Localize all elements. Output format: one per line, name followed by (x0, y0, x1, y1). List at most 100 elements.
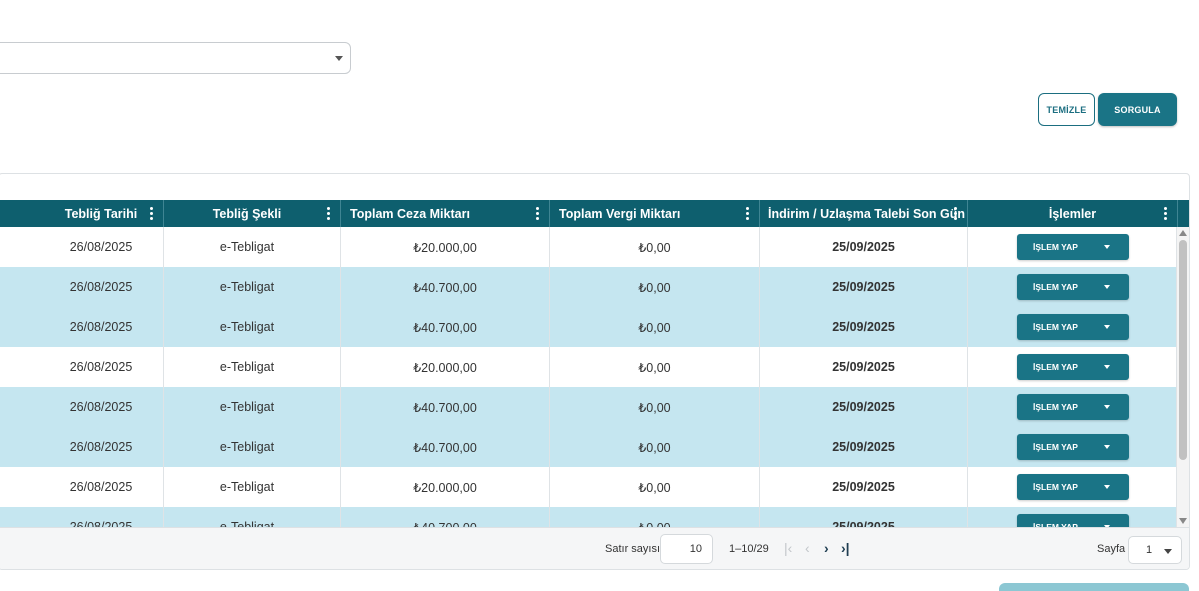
cell-teblig-sekli: e-Tebligat (164, 387, 341, 427)
grid-header: Tebliğ Tarihi Tebliğ Şekli Toplam Ceza M… (0, 200, 1189, 227)
cell-son-gun: 25/09/2025 (760, 267, 968, 307)
page-select[interactable]: 1 (1128, 536, 1182, 564)
islem-yap-label: İŞLEM YAP (1033, 362, 1078, 372)
islem-yap-button[interactable]: İŞLEM YAP (1017, 434, 1129, 460)
chevron-down-icon[interactable] (1104, 365, 1110, 369)
clear-button[interactable]: TEMİZLE (1038, 93, 1095, 126)
cell-toplam-ceza: ₺20.000,00 (341, 467, 550, 507)
column-menu-icon[interactable] (746, 207, 749, 220)
islem-yap-button[interactable]: İŞLEM YAP (1017, 394, 1129, 420)
cell-toplam-ceza: ₺40.700,00 (341, 427, 550, 467)
cell-toplam-vergi: ₺0,00 (550, 427, 760, 467)
cell-toplam-ceza: ₺20.000,00 (341, 347, 550, 387)
cell-teblig-tarihi: 26/08/2025 (0, 467, 164, 507)
rows-per-page-input[interactable]: 10 (660, 534, 713, 564)
table-row: 26/08/2025e-Tebligat₺40.700,00₺0,0025/09… (0, 267, 1177, 307)
column-title: Tebliğ Tarihi (64, 206, 138, 221)
column-title: Toplam Vergi Miktarı (559, 206, 681, 221)
cell-toplam-ceza: ₺40.700,00 (341, 507, 550, 527)
islem-yap-button[interactable]: İŞLEM YAP (1017, 354, 1129, 380)
cell-teblig-tarihi: 26/08/2025 (0, 507, 164, 527)
column-header-son-gun[interactable]: İndirim / Uzlaşma Talebi Son Gün (760, 200, 968, 227)
cell-toplam-ceza: ₺40.700,00 (341, 307, 550, 347)
cell-toplam-vergi: ₺0,00 (550, 267, 760, 307)
last-page-icon[interactable]: ›| (841, 541, 850, 555)
table-row: 26/08/2025e-Tebligat₺40.700,00₺0,0025/09… (0, 507, 1177, 527)
islem-yap-label: İŞLEM YAP (1033, 482, 1078, 492)
column-title: Tebliğ Şekli (212, 206, 282, 221)
cell-teblig-sekli: e-Tebligat (164, 227, 341, 267)
first-page-icon[interactable]: |‹ (784, 541, 792, 555)
cell-teblig-tarihi: 26/08/2025 (0, 387, 164, 427)
islem-yap-label: İŞLEM YAP (1033, 322, 1078, 332)
chevron-down-icon (1164, 549, 1172, 554)
cell-son-gun: 25/09/2025 (760, 467, 968, 507)
scroll-up-icon[interactable] (1179, 230, 1187, 236)
filter-select[interactable] (0, 42, 351, 74)
cell-son-gun: 25/09/2025 (760, 347, 968, 387)
column-menu-icon[interactable] (150, 207, 153, 220)
cell-son-gun: 25/09/2025 (760, 307, 968, 347)
page: TEMİZLE SORGULA Tebliğ Tarihi Tebliğ Şek… (0, 0, 1199, 591)
column-header-teblig-sekli[interactable]: Tebliğ Şekli (164, 200, 341, 227)
scroll-down-icon[interactable] (1179, 518, 1187, 524)
column-menu-icon[interactable] (1164, 207, 1167, 220)
grid-body: 26/08/2025 e-Tebligat ₺20.000,00 ₺0,00 25/09… (0, 227, 1177, 527)
chevron-down-icon[interactable] (1104, 405, 1110, 409)
grid-footer: Satır sayısı 10 1–10/29 |‹ ‹ › ›| Sayfa … (0, 527, 1189, 569)
cell-toplam-vergi: ₺0,00 (550, 467, 760, 507)
page-label: Sayfa (1097, 543, 1126, 555)
column-menu-icon[interactable] (327, 207, 330, 220)
pagination-range: 1–10/29 (729, 543, 769, 555)
cell-toplam-vergi: ₺0,00 (550, 387, 760, 427)
next-page-icon[interactable]: › (824, 541, 829, 555)
column-header-toplam-vergi[interactable]: Toplam Vergi Miktarı (550, 200, 760, 227)
query-button[interactable]: SORGULA (1098, 93, 1177, 126)
cell-teblig-sekli: e-Tebligat (164, 427, 341, 467)
column-title: İşlemler (1048, 206, 1097, 221)
islem-yap-label: İŞLEM YAP (1033, 402, 1078, 412)
cell-teblig-tarihi: 26/08/2025 (0, 427, 164, 467)
chevron-down-icon[interactable] (1104, 325, 1110, 329)
rows-per-page-label: Satır sayısı (605, 543, 661, 555)
column-header-toplam-ceza[interactable]: Toplam Ceza Miktarı (341, 200, 550, 227)
cell-teblig-sekli: e-Tebligat (164, 347, 341, 387)
cell-teblig-sekli: e-Tebligat (164, 467, 341, 507)
page-select-value: 1 (1146, 544, 1153, 556)
chevron-down-icon[interactable] (1104, 445, 1110, 449)
cell-teblig-tarihi: 26/08/2025 (0, 307, 164, 347)
cell-teblig-sekli: e-Tebligat (164, 267, 341, 307)
prev-page-icon[interactable]: ‹ (805, 541, 810, 555)
islem-yap-button[interactable]: İŞLEM YAP (1017, 514, 1129, 527)
cell-toplam-vergi: ₺0,00 (550, 227, 760, 267)
cell-toplam-vergi: ₺0,00 (550, 507, 760, 527)
vertical-scrollbar[interactable] (1177, 227, 1189, 527)
column-menu-icon[interactable] (954, 207, 957, 220)
cell-son-gun: 25/09/2025 (760, 387, 968, 427)
islem-yap-button[interactable]: İŞLEM YAP (1017, 274, 1129, 300)
column-menu-icon[interactable] (536, 207, 539, 220)
cell-son-gun: 25/09/2025 (760, 507, 968, 527)
column-header-islemler[interactable]: İşlemler (968, 200, 1178, 227)
table-row: 26/08/2025 e-Tebligat ₺20.000,00 ₺0,00 25/09… (0, 227, 1177, 267)
cell-teblig-sekli: e-Tebligat (164, 507, 341, 527)
chevron-down-icon[interactable] (1104, 485, 1110, 489)
chevron-down-icon[interactable] (1104, 245, 1110, 249)
islem-yap-label: İŞLEM YAP (1033, 442, 1078, 452)
islem-yap-button[interactable]: İŞLEM YAP (1017, 234, 1129, 260)
cell-son-gun: 25/09/2025 (760, 427, 968, 467)
islem-yap-button[interactable]: İŞLEM YAP (1017, 314, 1129, 340)
column-header-teblig-tarihi[interactable]: Tebliğ Tarihi (0, 200, 164, 227)
cell-teblig-tarihi: 26/08/2025 (0, 347, 164, 387)
cell-toplam-ceza: ₺40.700,00 (341, 387, 550, 427)
scroll-thumb[interactable] (1179, 240, 1187, 460)
table-row: 26/08/2025e-Tebligat₺40.700,00₺0,0025/09… (0, 427, 1177, 467)
table-row: 26/08/2025e-Tebligat₺40.700,00₺0,0025/09… (0, 307, 1177, 347)
chevron-down-icon[interactable] (1104, 285, 1110, 289)
cell-toplam-ceza: ₺40.700,00 (341, 267, 550, 307)
bottom-action-button[interactable] (999, 583, 1189, 591)
cell-teblig-sekli: e-Tebligat (164, 307, 341, 347)
islem-yap-button[interactable]: İŞLEM YAP (1017, 474, 1129, 500)
chevron-down-icon (335, 56, 343, 61)
table-row: 26/08/2025 e-Tebligat ₺20.000,00 ₺0,00 25/09… (0, 467, 1177, 507)
